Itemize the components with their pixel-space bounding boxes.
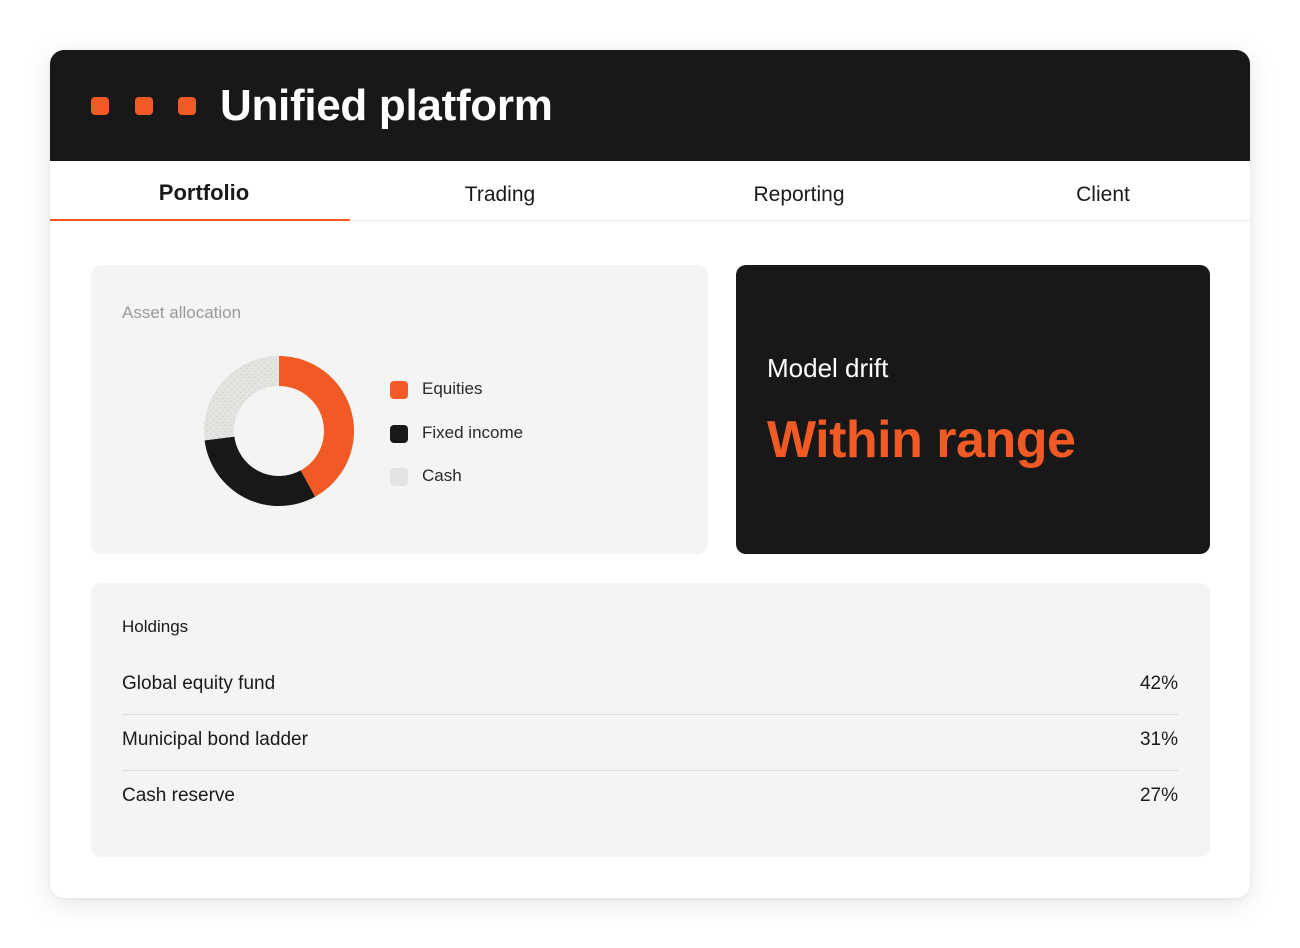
donut-slice-cash	[204, 356, 279, 441]
holding-weight: 27%	[1139, 785, 1178, 806]
holding-name: Cash reserve	[122, 785, 235, 806]
equities-swatch	[390, 381, 408, 399]
active-tab-indicator	[50, 219, 350, 221]
allocation-donut-chart	[204, 356, 355, 506]
holdings-card: Holdings Global equity fund 42% Municipa…	[91, 583, 1210, 857]
holding-row[interactable]: Municipal bond ladder 31%	[122, 714, 1178, 771]
model-drift-card: Model drift Within range	[736, 265, 1210, 554]
model-drift-status: Within range	[767, 411, 1076, 469]
legend-label-equities: Equities	[422, 379, 483, 398]
window-dot-2[interactable]	[135, 97, 153, 115]
tab-portfolio[interactable]: Portfolio	[54, 161, 354, 220]
holding-name: Global equity fund	[122, 673, 276, 694]
app-window: Unified platform Portfolio Trading Repor…	[50, 50, 1250, 898]
holding-weight: 42%	[1139, 673, 1178, 694]
donut-slice-fixed-income	[204, 436, 316, 506]
holding-row[interactable]: Global equity fund 42%	[122, 658, 1178, 715]
tab-bar: Portfolio Trading Reporting Client	[50, 161, 1250, 221]
legend-label-fixed-income: Fixed income	[422, 423, 524, 442]
holding-weight: 31%	[1139, 729, 1178, 750]
window-dot-1[interactable]	[91, 97, 109, 115]
model-drift-label: Model drift	[767, 353, 889, 383]
holding-name: Municipal bond ladder	[122, 729, 308, 750]
tab-reporting[interactable]: Reporting	[649, 161, 949, 220]
cash-swatch	[390, 468, 408, 486]
holding-row[interactable]: Cash reserve 27%	[122, 770, 1178, 826]
asset-allocation-card: Asset allocation Equities Fixed income C…	[91, 265, 708, 554]
app-title: Unified platform	[220, 81, 553, 130]
holdings-title: Holdings	[122, 617, 189, 636]
window-dot-3[interactable]	[178, 97, 196, 115]
tab-trading[interactable]: Trading	[350, 161, 650, 220]
title-bar: Unified platform	[50, 50, 1250, 161]
tab-client[interactable]: Client	[953, 161, 1250, 220]
legend-label-cash: Cash	[422, 466, 462, 485]
fixed-income-swatch	[390, 425, 408, 443]
asset-allocation-label: Asset allocation	[122, 303, 242, 322]
